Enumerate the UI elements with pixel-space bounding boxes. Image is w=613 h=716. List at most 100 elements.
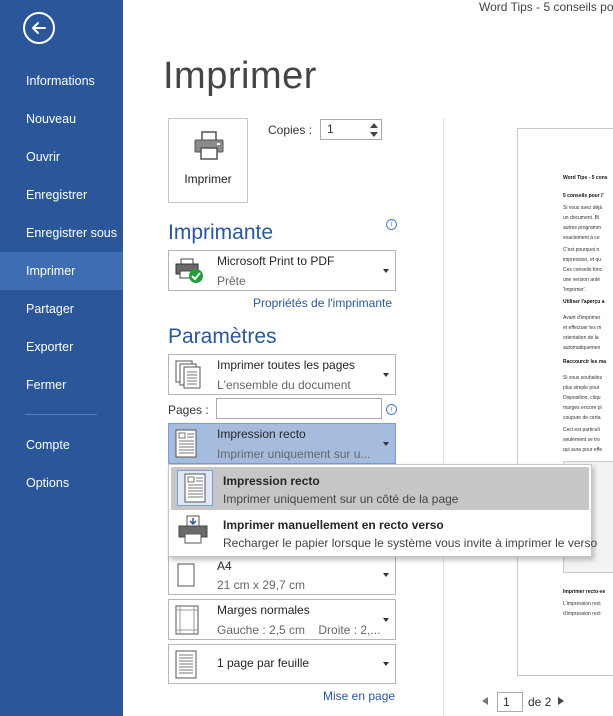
printer-icon <box>194 131 224 160</box>
preview-text-line: d'impression rect <box>563 611 601 617</box>
page-setup-link[interactable]: Mise en page <box>323 689 395 703</box>
info-icon[interactable]: i <box>386 219 397 230</box>
info-icon[interactable]: i <box>386 404 397 415</box>
paper-size-select[interactable]: A4 21 cm x 29,7 cm <box>168 555 396 595</box>
copies-value: 1 <box>327 122 334 136</box>
nav-item-options[interactable]: Options <box>0 464 123 502</box>
preview-text-line: 5 conseils pour l' <box>563 193 604 199</box>
preview-text-line: automatiquemen <box>563 345 601 351</box>
option-single-sided-title: Impression recto <box>223 474 320 488</box>
print-range-desc: L'ensemble du document <box>217 378 351 392</box>
preview-text-line: Si vous avez déjà <box>563 205 603 211</box>
print-button[interactable]: Imprimer <box>168 118 248 203</box>
paper-size-icon <box>177 563 195 587</box>
copies-stepper[interactable]: 1 <box>320 119 382 140</box>
option-single-sided[interactable]: Impression recto Imprimer uniquement sur… <box>171 467 589 510</box>
page-count: de 2 <box>528 695 552 709</box>
chevron-down-icon <box>383 373 389 377</box>
preview-text-line: Word Tips - 5 cons <box>563 175 608 181</box>
printer-name: Microsoft Print to PDF <box>217 254 335 268</box>
nav-item-enregistrer-sous[interactable]: Enregistrer sous <box>0 214 123 252</box>
preview-text-line: Si vous souhaitez <box>563 375 603 381</box>
nav-item-imprimer[interactable]: Imprimer <box>0 252 123 290</box>
nav-item-partager[interactable]: Partager <box>0 290 123 328</box>
preview-text-line: Imprimer recto-ve <box>563 589 606 595</box>
single-sided-icon <box>177 470 213 506</box>
back-arrow-icon[interactable] <box>23 12 55 44</box>
preview-text-line: Ceci est particuli <box>563 427 600 433</box>
page-title: Imprimer <box>163 55 317 97</box>
nav-item-nouveau[interactable]: Nouveau <box>0 100 123 138</box>
copies-up-arrow-icon[interactable] <box>370 123 378 128</box>
nav-item-enregistrer[interactable]: Enregistrer <box>0 176 123 214</box>
preview-text-line: orientation de la <box>563 335 599 341</box>
preview-text-line: marges encore pl <box>563 405 602 411</box>
printer-ready-icon <box>175 258 203 283</box>
printer-properties-link[interactable]: Propriétés de l'imprimante <box>253 296 392 310</box>
backstage-sidebar: Informations Nouveau Ouvrir Enregistrer … <box>0 0 123 716</box>
pages-per-sheet-title: 1 page par feuille <box>217 656 310 670</box>
sides-dropdown-menu: Impression recto Imprimer uniquement sur… <box>168 464 597 557</box>
sides-select[interactable]: Impression recto Imprimer uniquement sur… <box>168 423 396 464</box>
preview-text-line: exactement à ce <box>563 235 600 241</box>
preview-text-line: coupure de certa <box>563 415 601 421</box>
pages-input[interactable] <box>216 398 382 419</box>
margins-select[interactable]: Marges normales Gauche : 2,5 cm Droite :… <box>168 599 396 640</box>
nav-item-ouvrir[interactable]: Ouvrir <box>0 138 123 176</box>
option-single-sided-desc: Imprimer uniquement sur un côté de la pa… <box>223 492 459 506</box>
pages-label: Pages : <box>168 403 209 417</box>
preview-divider <box>443 118 444 716</box>
preview-text-line: Avant d'imprimer <box>563 315 601 321</box>
paper-size-title: A4 <box>217 559 232 573</box>
nav-item-compte[interactable]: Compte <box>0 426 123 464</box>
print-range-select[interactable]: Imprimer toutes les pages L'ensemble du … <box>168 354 396 395</box>
settings-section-title: Paramètres <box>168 325 277 348</box>
printer-select[interactable]: Microsoft Print to PDF Prête <box>168 250 396 291</box>
print-range-title: Imprimer toutes les pages <box>217 358 356 372</box>
preview-text-line: Raccourcir les ma <box>563 359 607 365</box>
print-button-label: Imprimer <box>184 172 232 186</box>
margins-icon <box>175 605 199 635</box>
preview-text-line: seulement se tro <box>563 437 600 443</box>
option-manual-duplex-title: Imprimer manuellement en recto verso <box>223 518 444 532</box>
preview-text-line: Utiliser l'aperçu a <box>563 299 605 305</box>
nav-item-informations[interactable]: Informations <box>0 62 123 100</box>
current-page-input[interactable]: 1 <box>497 692 523 712</box>
sides-title: Impression recto <box>217 427 306 441</box>
printer-status: Prête <box>217 274 246 288</box>
chevron-down-icon <box>383 573 389 577</box>
copies-down-arrow-icon[interactable] <box>370 132 378 137</box>
preview-text-line: un document. Bi <box>563 215 600 221</box>
previous-page-arrow-icon[interactable] <box>482 697 488 705</box>
print-preview-page: Word Tips - 5 cons 5 conseils pour l' Si v… <box>517 128 613 676</box>
copies-label: Copies : <box>268 123 313 137</box>
chevron-down-icon <box>383 269 389 273</box>
preview-text-line: L'impression rect <box>563 601 601 607</box>
next-page-arrow-icon[interactable] <box>558 697 564 705</box>
page-per-sheet-icon <box>175 650 197 679</box>
single-sided-icon <box>175 429 197 458</box>
nav-item-exporter[interactable]: Exporter <box>0 328 123 366</box>
preview-text-line: Ces conseils fonc <box>563 267 603 273</box>
nav-item-fermer[interactable]: Fermer <box>0 366 123 404</box>
option-manual-duplex-desc: Recharger le papier lorsque le système v… <box>223 536 598 550</box>
printer-section-title: Imprimante <box>168 221 274 244</box>
document-title: Word Tips - 5 conseils po <box>479 0 613 14</box>
pages-stack-icon <box>175 360 201 389</box>
preview-text-line: impression, et qu <box>563 257 602 263</box>
sides-desc: Imprimer uniquement sur u... <box>217 447 371 461</box>
manual-duplex-printer-icon <box>178 515 208 544</box>
preview-text-line: et effectuer les m <box>563 325 602 331</box>
pages-per-sheet-select[interactable]: 1 page par feuille <box>168 644 396 684</box>
option-manual-duplex[interactable]: Imprimer manuellement en recto verso Rec… <box>171 511 597 554</box>
margins-title: Marges normales <box>217 603 310 617</box>
preview-text-line: plus simple pour <box>563 385 600 391</box>
preview-text-line: C'est pourquoi n <box>563 247 600 253</box>
preview-text-line: 'Imprimer'. <box>563 287 587 293</box>
chevron-down-icon <box>383 442 389 446</box>
margins-desc: Gauche : 2,5 cm Droite : 2,... <box>217 623 381 637</box>
paper-size-desc: 21 cm x 29,7 cm <box>217 578 306 592</box>
chevron-down-icon <box>383 618 389 622</box>
preview-text-line: qui aura pour effe <box>563 447 603 453</box>
preview-text-line: autres programm <box>563 225 602 231</box>
